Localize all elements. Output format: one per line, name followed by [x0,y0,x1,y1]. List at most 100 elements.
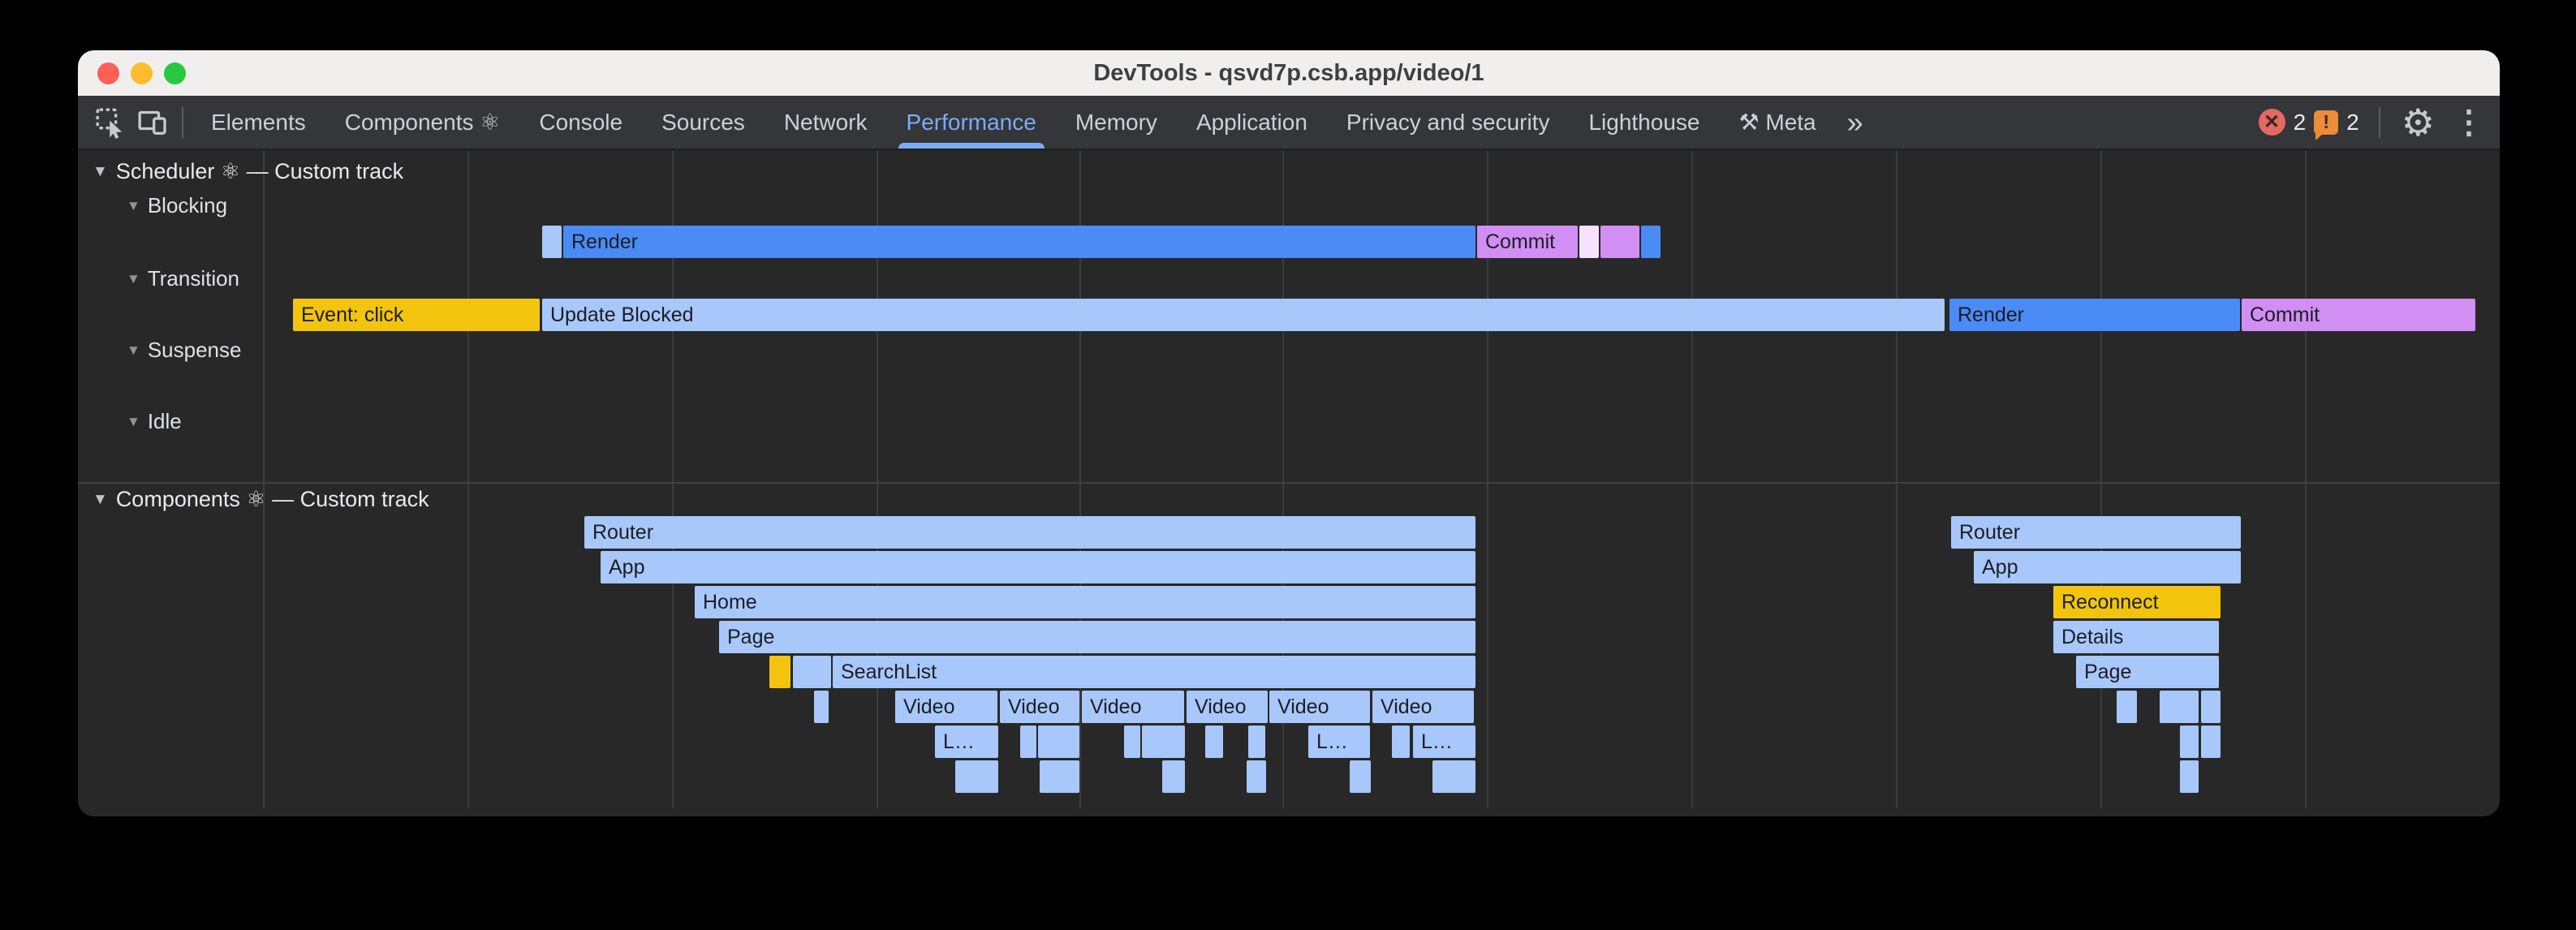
toggle-device-toolbar-button[interactable] [131,101,174,144]
flame-bar-video[interactable]: Video [1000,691,1079,723]
flame-bar[interactable] [2201,691,2221,723]
title-bar: DevTools - qsvd7p.csb.app/video/1 [78,50,2500,96]
flame-bar-app[interactable]: App [601,551,1475,583]
gridline [467,151,469,808]
flame-bar-video[interactable]: Video [1187,691,1268,723]
track-section-divider [78,482,2500,484]
flame-bar-l[interactable]: L… [1308,725,1370,758]
performance-flame-chart[interactable]: ▼ Scheduler ⚛ — Custom track ▼Blocking ▼T… [78,151,2500,816]
tab-network[interactable]: Network [765,96,887,149]
flame-bar[interactable] [814,691,829,723]
window-title: DevTools - qsvd7p.csb.app/video/1 [1093,60,1484,87]
flame-bar-render[interactable]: Render [1949,299,2240,331]
tab-application[interactable]: Application [1177,96,1327,149]
flame-bar[interactable] [1020,725,1036,758]
flame-bar-video[interactable]: Video [895,691,997,723]
warning-count: 2 [2346,110,2359,136]
flame-bar[interactable] [2180,760,2199,793]
devtools-window: DevTools - qsvd7p.csb.app/video/1 Elemen… [78,50,2500,816]
flame-bar-router[interactable]: Router [1951,516,2241,549]
close-window-button[interactable] [97,62,119,84]
flame-bar[interactable] [1124,725,1140,758]
flame-bar-commit[interactable]: Commit [2242,299,2475,331]
zoom-window-button[interactable] [164,62,186,84]
flame-bar[interactable] [1205,725,1223,758]
warning-icon[interactable]: ! [2314,110,2338,135]
components-track-header[interactable]: ▼ Components ⚛ — Custom track [93,487,429,512]
gridline [1691,151,1693,808]
flame-bar[interactable] [1162,760,1185,793]
flame-bar[interactable] [1392,725,1410,758]
kebab-menu-icon[interactable]: ⋮ [2448,106,2500,139]
gridline [2305,151,2307,808]
flame-bar[interactable] [1040,760,1079,793]
flame-bar[interactable] [1432,760,1475,793]
flame-bar[interactable] [955,760,998,793]
flame-bar[interactable] [1142,725,1185,758]
flame-bar[interactable] [793,656,831,688]
collapse-triangle-icon: ▼ [127,271,140,287]
flame-bar-commit[interactable]: Commit [1477,226,1578,258]
more-tabs-chevron[interactable]: » [1836,105,1875,140]
settings-gear-icon[interactable]: ⚙ [2389,104,2448,141]
scheduler-track-header[interactable]: ▼ Scheduler ⚛ — Custom track [93,159,403,184]
inspect-element-button[interactable] [89,101,131,144]
gridline [263,151,265,808]
flame-bar-page[interactable]: Page [2076,656,2219,688]
devtools-toolbar: ElementsComponents ⚛ConsoleSourcesNetwor… [78,96,2500,151]
flame-bar-app[interactable]: App [1974,551,2241,583]
tab-list: ElementsComponents ⚛ConsoleSourcesNetwor… [192,96,1836,149]
scheduler-track-title: Scheduler ⚛ — Custom track [116,159,403,184]
flame-bar[interactable] [1600,226,1639,258]
issues-badges: ✕ 2 ! 2 [2259,109,2359,136]
flame-bar[interactable] [1641,226,1661,258]
tab-components[interactable]: Components ⚛ [325,96,520,149]
tab-performance[interactable]: Performance [887,96,1056,149]
flame-bar[interactable] [1579,226,1599,258]
flame-bar-details[interactable]: Details [2053,621,2219,653]
tab-lighthouse[interactable]: Lighthouse [1569,96,1719,149]
flame-bar-l[interactable]: L… [935,725,998,758]
flame-bar-update-blocked[interactable]: Update Blocked [542,299,1945,331]
flame-bar[interactable] [1248,725,1265,758]
lane-label-blocking[interactable]: ▼Blocking [127,193,227,218]
toolbar-separator [2379,107,2380,138]
error-icon[interactable]: ✕ [2259,109,2285,136]
minimize-window-button[interactable] [131,62,153,84]
flame-bar-render[interactable]: Render [563,226,1475,258]
traffic-lights [97,50,186,96]
lane-label-idle[interactable]: ▼Idle [127,409,182,434]
flame-bar[interactable] [2160,691,2199,723]
tab-privacy-and-security[interactable]: Privacy and security [1327,96,1570,149]
flame-bar-home[interactable]: Home [695,586,1475,618]
flame-bar-video[interactable]: Video [1269,691,1370,723]
tab-meta[interactable]: ⚒ Meta [1719,96,1835,149]
toolbar-separator [182,107,183,138]
lane-label-suspense[interactable]: ▼Suspense [127,338,241,363]
flame-bar[interactable] [542,226,562,258]
flame-bar-router[interactable]: Router [584,516,1475,549]
flame-bar[interactable] [2117,691,2137,723]
flame-bar-reconnect[interactable]: Reconnect [2053,586,2221,618]
flame-bar-video[interactable]: Video [1372,691,1474,723]
lane-label-transition[interactable]: ▼Transition [127,266,239,291]
flame-bar[interactable] [1038,725,1079,758]
tab-elements[interactable]: Elements [192,96,325,149]
collapse-triangle-icon: ▼ [127,414,140,430]
flame-bar[interactable] [2180,725,2199,758]
error-count: 2 [2294,110,2307,136]
tab-sources[interactable]: Sources [642,96,765,149]
flame-bar-searchlist[interactable]: SearchList [833,656,1475,688]
tab-memory[interactable]: Memory [1056,96,1177,149]
collapse-triangle-icon: ▼ [93,491,108,509]
flame-bar-video[interactable]: Video [1082,691,1184,723]
flame-bar-l[interactable]: L… [1413,725,1475,758]
flame-bar[interactable] [769,656,790,688]
flame-bar[interactable] [2201,725,2221,758]
flame-bar-event-click[interactable]: Event: click [293,299,540,331]
flame-bar-page[interactable]: Page [719,621,1475,653]
flame-bar[interactable] [1247,760,1266,793]
tab-console[interactable]: Console [519,96,642,149]
gridline [2100,151,2102,808]
flame-bar[interactable] [1350,760,1371,793]
